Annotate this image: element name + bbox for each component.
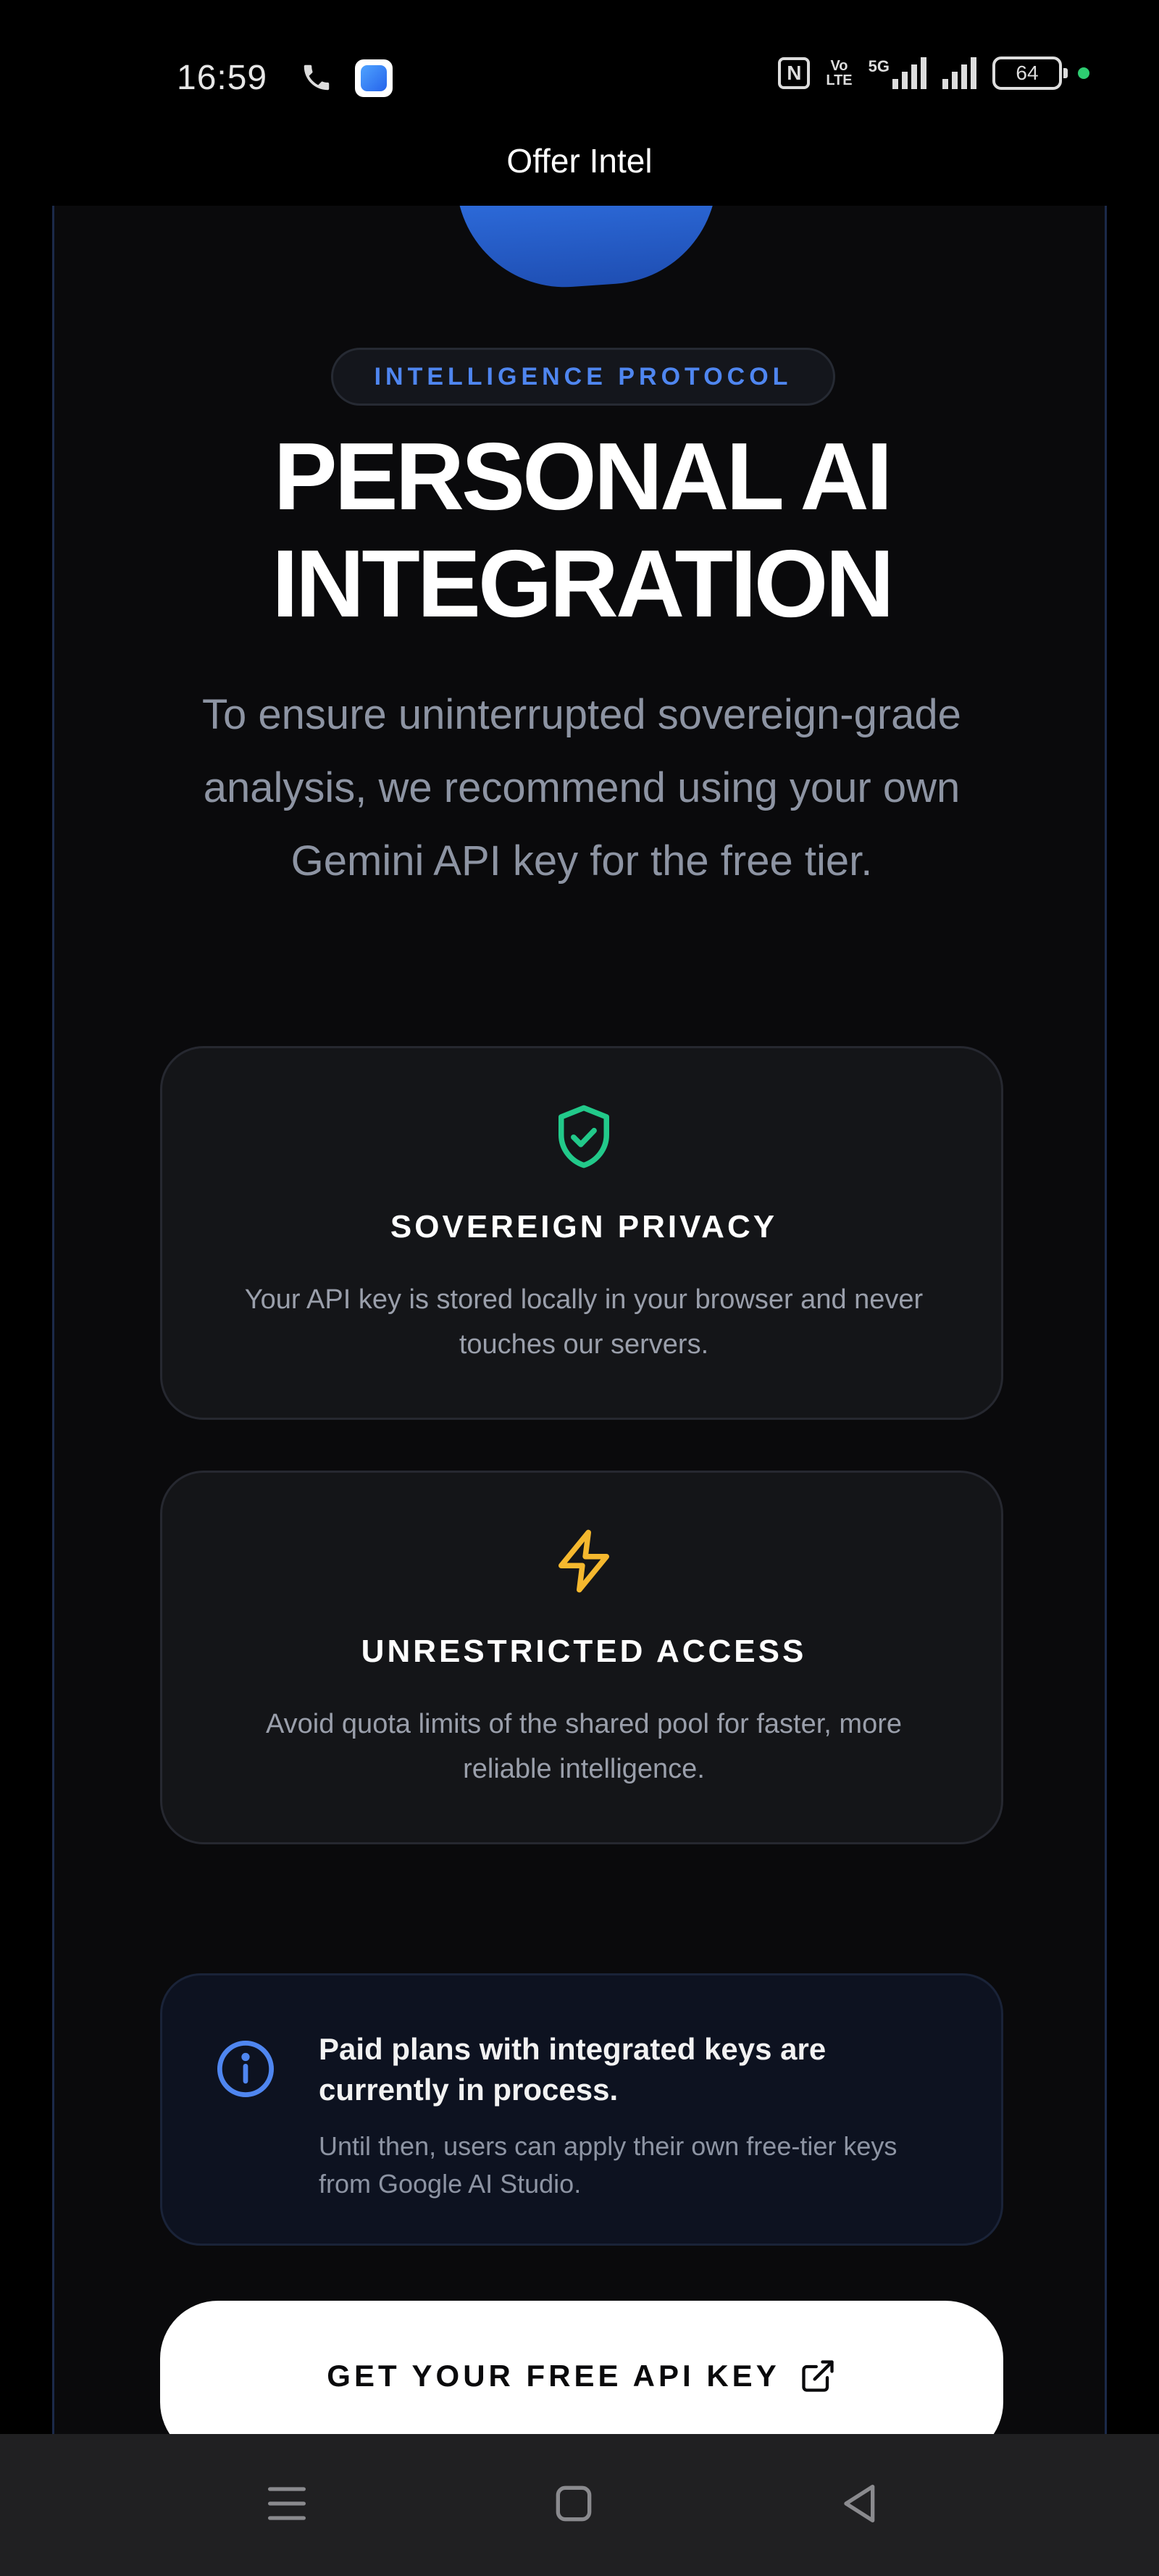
headline-line-2: INTEGRATION (272, 530, 895, 637)
notice-title: Paid plans with integrated keys are curr… (319, 2032, 827, 2107)
feature-title: UNRESTRICTED ACCESS (361, 1634, 807, 1669)
signal-icon (942, 57, 976, 89)
app-notification-icon (355, 59, 393, 97)
cta-label: GET YOUR FREE API KEY (327, 2359, 780, 2393)
protocol-badge: INTELLIGENCE PROTOCOL (331, 348, 835, 406)
nfc-icon: N (778, 57, 811, 89)
privacy-indicator-dot (1078, 67, 1089, 79)
feature-title: SOVEREIGN PRIVACY (390, 1209, 778, 1245)
5g-signal-bars (892, 57, 926, 89)
page-title: PERSONAL AI INTEGRATION (54, 423, 1105, 637)
volte-label-bottom: LTE (826, 72, 853, 88)
volte-label-top: Vo (830, 58, 848, 74)
system-nav-bar (0, 2434, 1159, 2576)
menu-icon[interactable] (258, 2475, 316, 2533)
app-title: Offer Intel (506, 142, 653, 180)
5g-signal-icon: 5G (869, 57, 926, 89)
status-time: 16:59 (177, 59, 268, 97)
hero-subtitle: To ensure uninterrupted sovereign-grade … (202, 691, 961, 885)
home-icon[interactable] (545, 2475, 603, 2533)
headline-line-1: PERSONAL AI (273, 423, 893, 530)
network-label: 5G (868, 57, 890, 75)
shield-check-icon (558, 1105, 609, 1168)
phone-icon (304, 64, 330, 91)
status-icons: N Vo LTE 5G 64 (778, 57, 1089, 90)
feature-card-access: UNRESTRICTED ACCESS Avoid quota limits o… (160, 1471, 1003, 1844)
feature-description: Your API key is stored locally in your b… (244, 1284, 924, 1360)
battery-icon: 64 (992, 57, 1068, 90)
lightning-icon (558, 1529, 609, 1593)
paid-plans-notice: Paid plans with integrated keys are curr… (160, 1973, 1003, 2246)
notice-text: Until then, users can apply their own fr… (319, 2131, 898, 2199)
get-api-key-button[interactable]: GET YOUR FREE API KEY (160, 2301, 1003, 2434)
logo-blob (456, 206, 724, 295)
back-icon[interactable] (832, 2475, 890, 2533)
feature-description: Avoid quota limits of the shared pool fo… (266, 1709, 902, 1784)
app-title-bar: Offer Intel (0, 116, 1159, 206)
feature-card-privacy: SOVEREIGN PRIVACY Your API key is stored… (160, 1046, 1003, 1420)
external-link-icon (802, 2360, 834, 2392)
info-icon (217, 2041, 274, 2097)
main-content: INTELLIGENCE PROTOCOL PERSONAL AI INTEGR… (52, 206, 1107, 2434)
volte-icon: Vo LTE (826, 59, 852, 88)
status-bar: 16:59 N Vo LTE 5G 64 (0, 0, 1159, 130)
